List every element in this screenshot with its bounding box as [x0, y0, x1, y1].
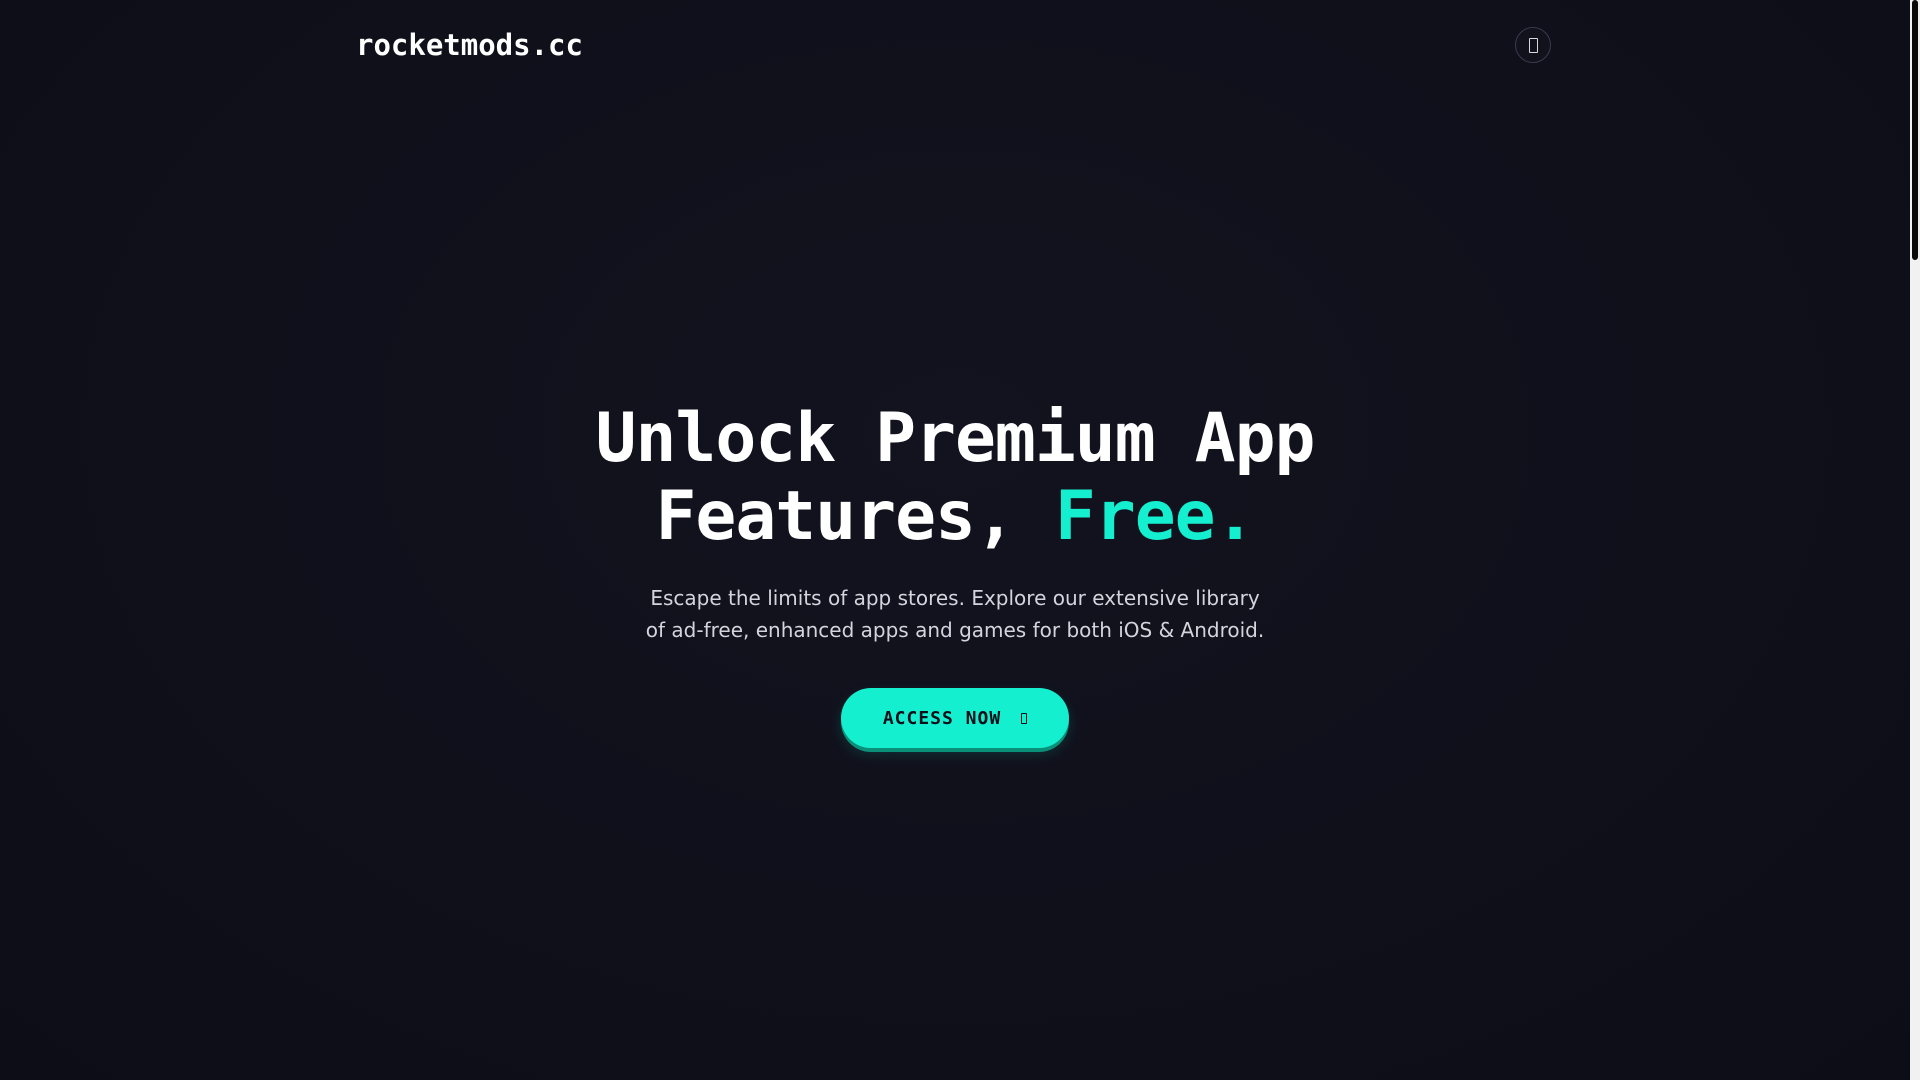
hero-section: Unlock Premium App Features, Free. Escap… — [0, 400, 1910, 748]
page-viewport: rocketmods.cc Unlock Premium App Feature… — [0, 0, 1910, 1080]
arrow-icon — [1021, 712, 1028, 724]
menu-icon — [1528, 37, 1538, 53]
site-logo[interactable]: rocketmods.cc — [356, 28, 583, 62]
site-header: rocketmods.cc — [356, 24, 1556, 68]
access-now-label: ACCESS NOW — [882, 707, 1002, 729]
hero-title-accent: Free. — [1054, 477, 1256, 556]
hero-title: Unlock Premium App Features, Free. — [0, 400, 1910, 556]
hero-subtitle: Escape the limits of app stores. Explore… — [645, 586, 1265, 642]
page-scrollbar[interactable] — [1910, 0, 1920, 1080]
hero-title-line1: Unlock Premium App — [595, 399, 1316, 478]
access-now-button[interactable]: ACCESS NOW — [841, 688, 1069, 748]
hero-title-line2: Features, — [655, 477, 1055, 556]
menu-button[interactable] — [1515, 27, 1551, 63]
scrollbar-thumb[interactable] — [1912, 0, 1918, 260]
